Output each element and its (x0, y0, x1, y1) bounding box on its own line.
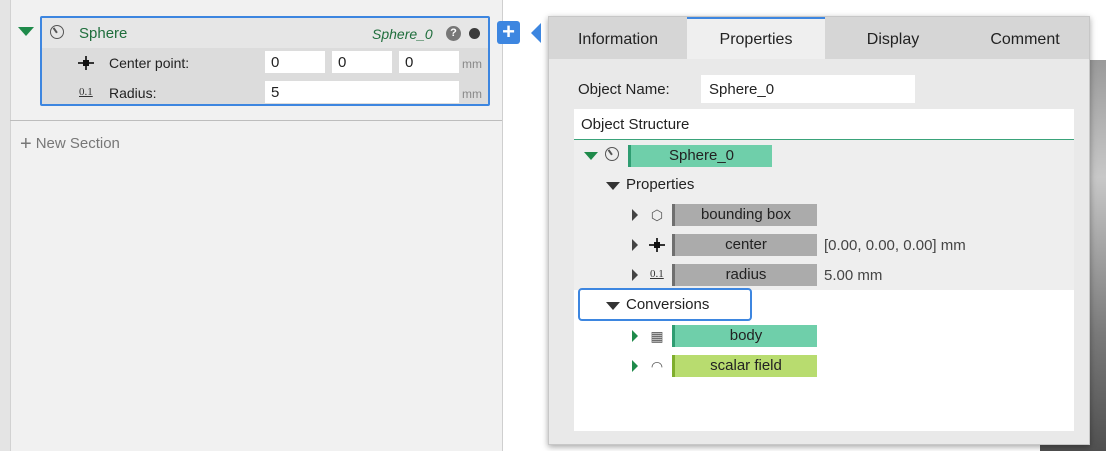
bounding-box-label[interactable]: bounding box (672, 204, 817, 226)
tab-information[interactable]: Information (549, 17, 687, 59)
tab-display[interactable]: Display (825, 17, 961, 59)
status-dot-icon[interactable] (469, 28, 480, 39)
editor-gutter (0, 0, 11, 451)
object-structure-header: Object Structure (574, 109, 1074, 140)
section-divider (10, 120, 502, 121)
radius-icon: 0.1 (79, 86, 93, 98)
collapse-properties-toggle[interactable] (606, 182, 620, 190)
tree-row-bounding-box[interactable]: ⬡ bounding box (574, 200, 1074, 230)
expand-bounding-box-toggle[interactable] (632, 209, 638, 221)
radius-label: Radius: (109, 85, 157, 101)
plus-icon: + (20, 133, 32, 155)
new-section-label: New Section (35, 135, 120, 152)
bounding-box-icon: ⬡ (650, 207, 664, 223)
object-name-input[interactable] (701, 75, 915, 103)
help-icon[interactable]: ? (446, 26, 461, 41)
radius-property-value: 5.00 mm (824, 267, 883, 284)
object-info-popover: Information Properties Display Comment O… (548, 16, 1090, 445)
new-section-button[interactable]: + New Section (20, 133, 120, 156)
add-button[interactable]: + (497, 21, 520, 44)
center-z-input[interactable] (399, 51, 459, 73)
center-property-label[interactable]: center (672, 234, 817, 256)
tab-bar: Information Properties Display Comment (549, 17, 1089, 59)
expand-body-toggle[interactable] (632, 330, 638, 342)
object-structure-panel: Object Structure Sphere_0 Properties ⬡ b… (574, 109, 1074, 431)
center-point-label: Center point: (109, 55, 190, 71)
radius-icon: 0.1 (650, 268, 664, 280)
body-icon: ▦ (650, 328, 664, 344)
scalar-field-icon: ◠ (650, 358, 664, 374)
tree-row-body[interactable]: ▦ body (574, 321, 1074, 351)
center-y-input[interactable] (332, 51, 392, 73)
tab-comment[interactable]: Comment (961, 17, 1089, 59)
structure-tree: Sphere_0 Properties ⬡ bounding box cente… (574, 140, 1074, 290)
object-name-label: Object Name: (578, 81, 670, 98)
center-point-icon (649, 238, 665, 252)
radius-input[interactable] (265, 81, 459, 103)
card-object-name: Sphere_0 (372, 26, 433, 42)
object-structure-title: Object Structure (581, 116, 690, 133)
body-conversion-label[interactable]: body (672, 325, 817, 347)
radius-unit: mm (462, 87, 482, 101)
card-header[interactable]: Sphere Sphere_0 ? (42, 18, 488, 48)
center-x-input[interactable] (265, 51, 325, 73)
tab-properties[interactable]: Properties (687, 17, 825, 59)
conversions-highlight-box (578, 288, 752, 321)
expand-scalar-field-toggle[interactable] (632, 360, 638, 372)
collapse-root-toggle[interactable] (584, 152, 598, 160)
tree-root-label[interactable]: Sphere_0 (628, 145, 772, 167)
popover-pointer (531, 23, 541, 43)
tree-row-properties[interactable]: Properties (574, 170, 1074, 200)
center-point-icon (78, 56, 94, 70)
scalar-field-conversion-label[interactable]: scalar field (672, 355, 817, 377)
radius-property-label[interactable]: radius (672, 264, 817, 286)
editor-panel: Sphere Sphere_0 ? Center point: mm 0.1 R… (0, 0, 503, 451)
sphere-icon (50, 25, 64, 39)
sphere-card[interactable]: Sphere Sphere_0 ? Center point: mm 0.1 R… (40, 16, 490, 106)
center-property-value: [0.00, 0.00, 0.00] mm (824, 237, 966, 254)
expand-radius-toggle[interactable] (632, 269, 638, 281)
center-unit: mm (462, 57, 482, 71)
sphere-icon (605, 147, 619, 161)
properties-group-label: Properties (626, 176, 695, 193)
card-body: Center point: mm 0.1 Radius: mm (42, 48, 488, 104)
expand-card-toggle[interactable] (18, 27, 34, 36)
tree-row-root[interactable]: Sphere_0 (574, 140, 1074, 170)
tree-row-radius[interactable]: 0.1 radius 5.00 mm (574, 260, 1074, 290)
card-title: Sphere (79, 25, 128, 42)
tree-row-scalar-field[interactable]: ◠ scalar field (574, 351, 1074, 381)
expand-center-toggle[interactable] (632, 239, 638, 251)
tree-row-center[interactable]: center [0.00, 0.00, 0.00] mm (574, 230, 1074, 260)
